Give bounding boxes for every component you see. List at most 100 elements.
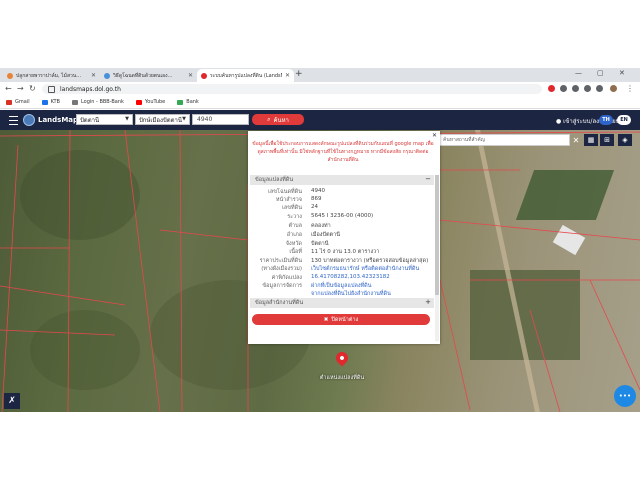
table-view-button[interactable]: ⊞ (600, 134, 614, 146)
lang-en-button[interactable]: EN (617, 115, 631, 125)
profile-avatar[interactable] (610, 85, 617, 92)
info-label (248, 290, 302, 298)
maximize-icon[interactable]: ▢ (597, 69, 604, 77)
bookmark-label: YouTube (144, 99, 166, 105)
info-label: หน้าสำรวจ (275, 197, 302, 203)
parcel-number-input[interactable]: 4940 (192, 114, 249, 125)
info-link[interactable]: เว็บไซต์กรมธนารักษ์ หรือติดต่อสำนักงานที… (311, 265, 419, 273)
omnibox[interactable]: landsmaps.dol.go.th (42, 84, 542, 94)
forward-icon[interactable]: → (17, 84, 24, 93)
section-title: ข้อมูลแปลงที่ดิน (255, 177, 294, 183)
province-select[interactable]: ปัตตานี ▼ (76, 114, 133, 125)
grid-layer-button[interactable]: ▦ (584, 134, 598, 146)
browser-tab-2[interactable]: วิธีดูโฉนดที่ดินด้วยตนเอง... ✕ (100, 69, 197, 82)
browser-tab-3[interactable]: ระบบค้นหารูปแปลงที่ดิน (LandsMaps)... ✕ (197, 69, 294, 82)
url-text: landsmaps.dol.go.th (60, 85, 121, 93)
browser-menu-icon[interactable]: ⋮ (626, 84, 634, 93)
pin-label: ตำแหน่งแปลงที่ดิน (319, 375, 365, 381)
bookmark-item[interactable]: Login - BBB-Bank (71, 99, 124, 105)
info-value: 4940 (311, 188, 325, 194)
bookmark-icon (71, 99, 78, 105)
popup-disclaimer: ข้อมูลนี้เพื่อใช้ประกอบการแสดงลักษณะรูปแ… (252, 141, 434, 163)
info-value: ปัตตานี (311, 241, 329, 247)
close-icon: ✖ (323, 316, 329, 323)
info-value: 24 (311, 204, 318, 210)
browser-tab-1[interactable]: ปลูกสายพาราปาล์ม, ไม้สวน... ✕ (3, 69, 100, 82)
chevron-down-icon: ▼ (182, 116, 186, 122)
tab-favicon-icon (201, 72, 207, 79)
info-label: อำเภอ (286, 232, 302, 238)
lang-th-button[interactable]: TH (599, 115, 613, 125)
measure-tool-icon[interactable]: ✗ (4, 393, 20, 409)
collapse-icon: − (425, 175, 431, 183)
info-row: ระวาง 5645 I 3236-00 (4000) (248, 213, 432, 221)
layers-icon: ◈ (622, 136, 628, 144)
app-header: LandsMaps ปัตตานี ▼ ปักษ์เมืองปัตตานี ▼ … (0, 110, 640, 130)
extension-icon[interactable] (584, 85, 591, 92)
grid-icon: ▦ (587, 136, 595, 144)
info-row: หน้าสำรวจ 869 (248, 196, 432, 204)
tab-title: วิธีดูโฉนดที่ดินด้วยตนเอง... (113, 72, 173, 79)
info-row: ตำบล คลองท่า (248, 222, 432, 230)
extension-icon[interactable] (596, 85, 603, 92)
tab-title: ระบบค้นหารูปแปลงที่ดิน (LandsMaps)... (210, 72, 282, 79)
bookmarks-bar: Gmail KTB Login - BBB-Bank YouTube Bank (0, 96, 640, 109)
info-row: จากแปลงที่ดินไปยังสำนักงานที่ดิน (248, 290, 432, 298)
close-window-button[interactable]: ✖ ปิดหน้าต่าง (252, 314, 430, 325)
close-icon[interactable]: ✕ (91, 72, 96, 79)
expand-icon: + (425, 298, 431, 306)
user-icon: ● (556, 118, 562, 125)
map-search-placeholder: ค้นหาสถานที่สำคัญ (443, 137, 485, 143)
info-row: จังหวัด ปัตตานี (248, 240, 432, 248)
popup-close-icon[interactable]: ✕ (432, 132, 437, 139)
info-row: เนื้อที่ 11 ไร่ 0 งาน 13.0 ตารางวา (248, 248, 432, 256)
parcel-section-header[interactable]: ข้อมูลแปลงที่ดิน − (250, 175, 434, 185)
info-value: คลองท่า (311, 223, 331, 229)
info-row: ค่าพิกัดแปลง 16.41708282,103.42323182 (248, 274, 432, 282)
province-value: ปัตตานี (80, 116, 100, 124)
info-link[interactable]: ฝากที่เป็นข้อมูลแปลงที่ดิน (311, 282, 372, 290)
info-row: อำเภอ เมืองปัตตานี (248, 231, 432, 239)
chat-button[interactable]: ••• (614, 385, 636, 407)
map-search-clear-icon[interactable]: ✕ (570, 134, 582, 146)
layers-button[interactable]: ◈ (618, 134, 632, 146)
district-select[interactable]: ปักษ์เมืองปัตตานี ▼ (135, 114, 190, 125)
bookmark-icon (6, 99, 12, 105)
extension-icon[interactable] (572, 85, 579, 92)
info-label: (ทางผังเมืองรวม) (261, 266, 302, 272)
hamburger-menu-icon[interactable] (9, 116, 18, 125)
extension-icon[interactable] (548, 85, 555, 92)
info-label: ข้อมูลการจัดการ (262, 283, 302, 289)
info-label: ราคาประเมินที่ดิน (259, 258, 302, 264)
info-label: ค่าพิกัดแปลง (271, 275, 302, 281)
close-icon[interactable]: ✕ (188, 72, 193, 79)
coordinate-link[interactable]: 16.41708282,103.42323182 (311, 274, 390, 280)
bookmark-item[interactable]: KTB (41, 99, 60, 105)
new-tab-button[interactable]: + (295, 69, 303, 79)
office-section-header[interactable]: ข้อมูลสำนักงานที่ดิน + (250, 298, 434, 308)
window-close-icon[interactable]: ✕ (619, 69, 625, 77)
extension-icon[interactable] (560, 85, 567, 92)
tab-title: ปลูกสายพาราปาล์ม, ไม้สวน... (16, 72, 82, 79)
back-icon[interactable]: ← (5, 84, 12, 93)
reload-icon[interactable]: ↻ (29, 84, 36, 93)
bookmark-item[interactable]: YouTube (135, 99, 166, 105)
close-button-label: ปิดหน้าต่าง (331, 316, 359, 323)
map-place-search-input[interactable]: ค้นหาสถานที่สำคัญ (438, 134, 570, 146)
info-value: 11 ไร่ 0 งาน 13.0 ตารางวา (311, 249, 380, 255)
bookmark-item[interactable]: Bank (177, 99, 199, 105)
minimize-icon[interactable]: — (575, 69, 582, 77)
info-row: เลขโฉนดที่ดิน 4940 (248, 188, 432, 196)
info-row: ราคาประเมินที่ดิน 130 บาทต่อตารางวา (หรือ… (248, 257, 432, 265)
popup-scrollbar[interactable] (435, 175, 439, 341)
info-link[interactable]: จากแปลงที่ดินไปยังสำนักงานที่ดิน (311, 290, 391, 298)
search-button[interactable]: ⌕ ค้นหา (252, 114, 304, 125)
info-value: 5645 I 3236-00 (4000) (311, 213, 374, 219)
close-icon[interactable]: ✕ (285, 72, 290, 79)
parcel-info-popup: ✕ ข้อมูลนี้เพื่อใช้ประกอบการแสดงลักษณะรู… (248, 131, 440, 344)
info-label: จังหวัด (285, 241, 302, 247)
bookmark-label: Login - BBB-Bank (80, 99, 124, 105)
top-blank-area (0, 0, 640, 68)
district-value: ปักษ์เมืองปัตตานี (139, 116, 183, 124)
bookmark-item[interactable]: Gmail (6, 99, 30, 105)
